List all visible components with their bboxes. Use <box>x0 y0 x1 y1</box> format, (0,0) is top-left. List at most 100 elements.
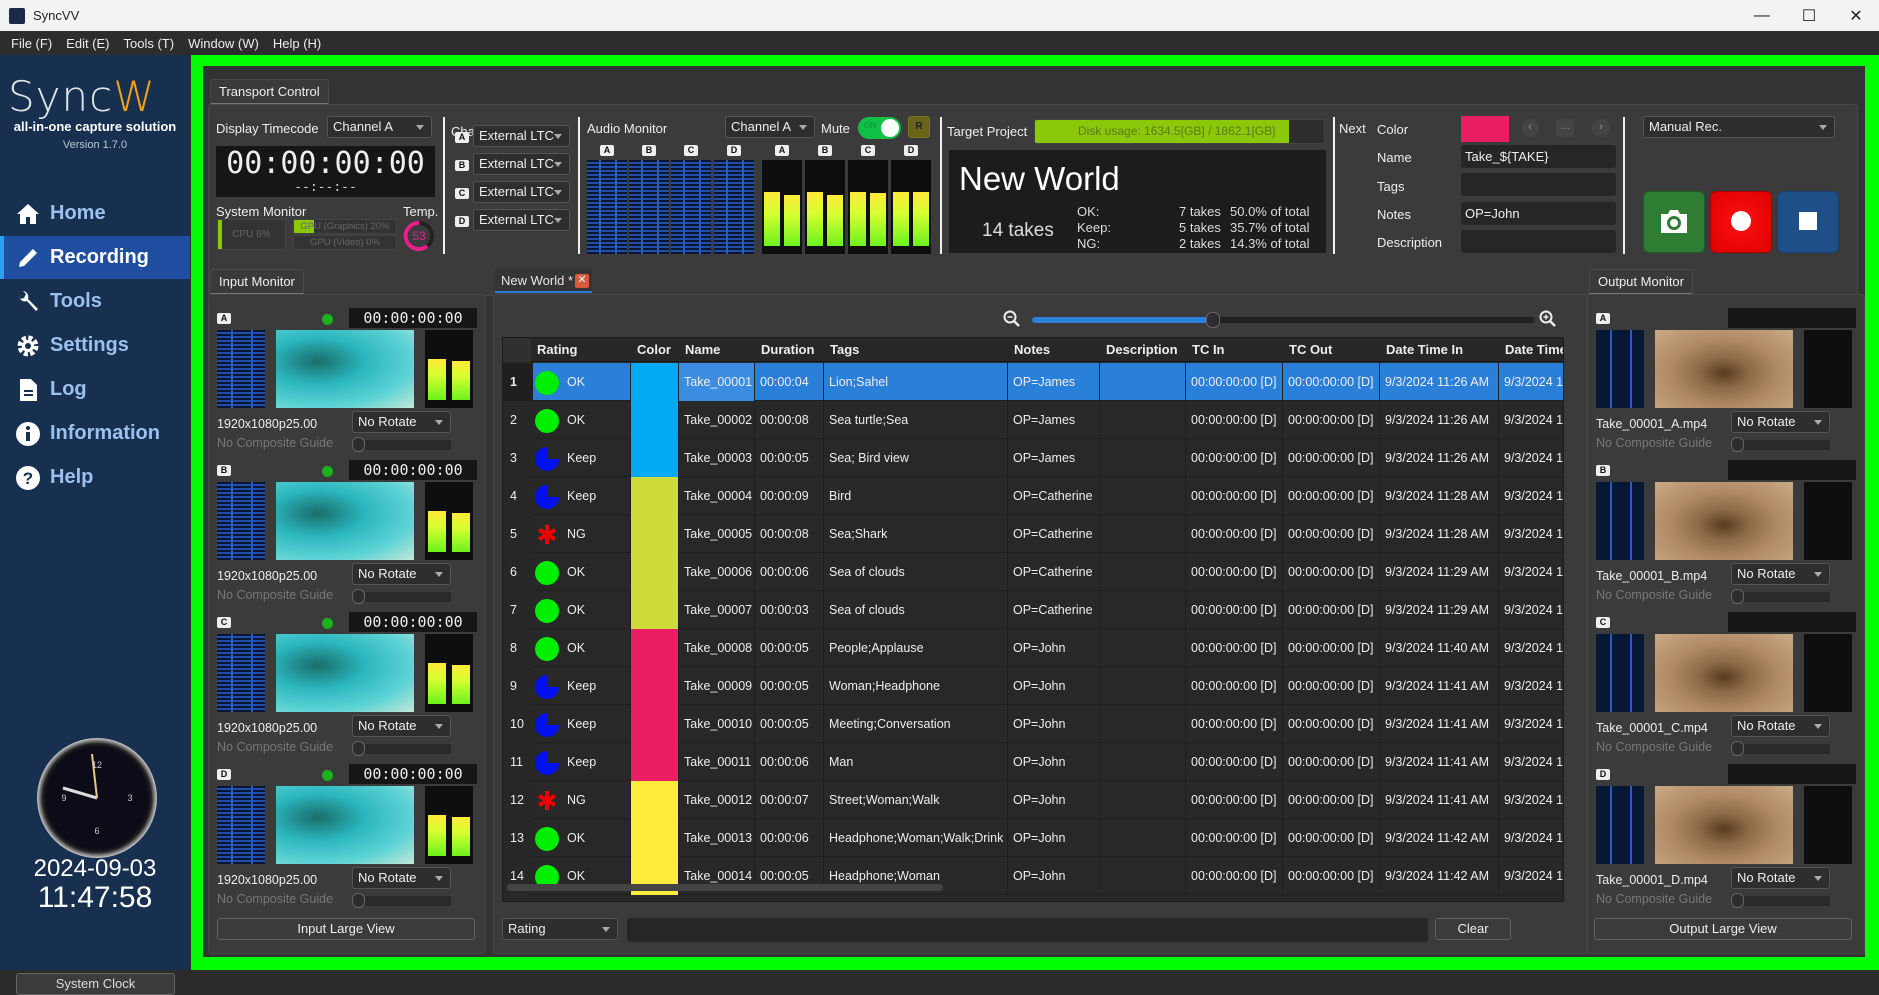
table-row[interactable]: 1 OK Take_00001 00:00:04 Lion;Sahel OP=James 0… <box>503 363 1563 401</box>
rating-cell[interactable]: OK <box>531 363 631 401</box>
tags-cell[interactable]: Woman;Headphone <box>824 667 1008 705</box>
composite-guide-slider[interactable] <box>352 589 451 604</box>
description-cell[interactable] <box>1100 705 1186 743</box>
duration-cell[interactable]: 00:00:06 <box>755 743 824 781</box>
row-number[interactable]: 3 <box>503 439 533 477</box>
dt-in-cell[interactable]: 9/3/2024 11:42 AM <box>1380 819 1499 857</box>
row-number[interactable]: 6 <box>503 553 533 591</box>
rotate-select[interactable]: No Rotate <box>352 867 451 889</box>
tags-cell[interactable]: Meeting;Conversation <box>824 705 1008 743</box>
column-header[interactable]: Date Time <box>1499 338 1563 362</box>
table-row[interactable]: 5 NG Take_00005 00:00:08 Sea;Shark OP=Catheri… <box>503 515 1563 553</box>
table-row[interactable]: 7 OK Take_00007 00:00:03 Sea of clouds OP=Cat… <box>503 591 1563 629</box>
rating-cell[interactable]: Keep <box>531 477 631 515</box>
prev-color-button[interactable]: ‹ <box>1521 119 1539 137</box>
color-cell[interactable] <box>631 401 679 439</box>
rating-cell[interactable]: OK <box>531 591 631 629</box>
tc-in-cell[interactable]: 00:00:00:00 [D] <box>1186 743 1283 781</box>
column-header[interactable]: TC In <box>1186 338 1283 362</box>
tc-in-cell[interactable]: 00:00:00:00 [D] <box>1186 401 1283 439</box>
record-button[interactable] <box>1710 191 1772 253</box>
table-row[interactable]: 11 Keep Take_00011 00:00:06 Man OP=John 00:00:… <box>503 743 1563 781</box>
tags-cell[interactable]: Man <box>824 743 1008 781</box>
row-number[interactable]: 4 <box>503 477 533 515</box>
dt-out-cell[interactable]: 9/3/2024 11 <box>1499 477 1563 515</box>
tags-cell[interactable]: People;Applause <box>824 629 1008 667</box>
tags-cell[interactable]: Lion;Sahel <box>824 363 1008 401</box>
slider-handle[interactable] <box>352 589 365 604</box>
rotate-select[interactable]: No Rotate <box>1731 715 1830 737</box>
tc-out-cell[interactable]: 00:00:00:00 [D] <box>1283 363 1380 401</box>
filter-field-select[interactable]: Rating <box>502 918 618 940</box>
color-cell[interactable] <box>631 553 679 591</box>
dt-out-cell[interactable]: 9/3/2024 11 <box>1499 591 1563 629</box>
composite-guide-slider[interactable] <box>352 741 451 756</box>
more-color-button[interactable]: … <box>1556 119 1574 137</box>
dt-in-cell[interactable]: 9/3/2024 11:26 AM <box>1380 401 1499 439</box>
table-row[interactable]: 10 Keep Take_00010 00:00:05 Meeting;Conversa… <box>503 705 1563 743</box>
duration-cell[interactable]: 00:00:03 <box>755 591 824 629</box>
dt-in-cell[interactable]: 9/3/2024 11:41 AM <box>1380 667 1499 705</box>
description-cell[interactable] <box>1100 667 1186 705</box>
tc-in-cell[interactable]: 00:00:00:00 [D] <box>1186 363 1283 401</box>
tc-in-cell[interactable]: 00:00:00:00 [D] <box>1186 439 1283 477</box>
color-cell[interactable] <box>631 629 679 667</box>
notes-cell[interactable]: OP=John <box>1008 705 1100 743</box>
column-header[interactable]: Color <box>631 338 679 362</box>
menu-tools[interactable]: Tools (T) <box>117 36 182 51</box>
filter-input[interactable] <box>627 918 1428 942</box>
name-cell[interactable]: Take_00012 <box>679 781 755 819</box>
dt-in-cell[interactable]: 9/3/2024 11:41 AM <box>1380 705 1499 743</box>
sidebar-item-home[interactable]: Home <box>0 192 190 235</box>
corner-header[interactable] <box>503 338 531 362</box>
column-header[interactable]: Date Time In <box>1380 338 1499 362</box>
slider-handle[interactable] <box>1731 741 1744 756</box>
dt-out-cell[interactable]: 9/3/2024 11 <box>1499 743 1563 781</box>
description-cell[interactable] <box>1100 439 1186 477</box>
color-cell[interactable] <box>631 781 679 819</box>
composite-guide-slider[interactable] <box>1731 437 1830 452</box>
tags-cell[interactable]: Street;Woman;Walk <box>824 781 1008 819</box>
color-cell[interactable] <box>631 515 679 553</box>
dt-in-cell[interactable]: 9/3/2024 11:40 AM <box>1380 629 1499 667</box>
rec-mode-select[interactable]: Manual Rec. <box>1643 116 1835 138</box>
name-cell[interactable]: Take_00001 <box>679 363 755 401</box>
dt-in-cell[interactable]: 9/3/2024 11:41 AM <box>1380 781 1499 819</box>
composite-guide-slider[interactable] <box>352 893 451 908</box>
composite-guide-slider[interactable] <box>1731 741 1830 756</box>
next-color-swatch[interactable] <box>1461 116 1509 142</box>
r-button[interactable]: R <box>908 116 930 138</box>
column-header[interactable]: Rating <box>531 338 631 362</box>
dt-out-cell[interactable]: 9/3/2024 11 <box>1499 363 1563 401</box>
column-header[interactable]: TC Out <box>1283 338 1380 362</box>
tc-in-cell[interactable]: 00:00:00:00 [D] <box>1186 591 1283 629</box>
name-cell[interactable]: Take_00009 <box>679 667 755 705</box>
row-number[interactable]: 11 <box>503 743 533 781</box>
notes-cell[interactable]: OP=Catherine <box>1008 553 1100 591</box>
table-row[interactable]: 8 OK Take_00008 00:00:05 People;Applause OP=J… <box>503 629 1563 667</box>
tc-in-cell[interactable]: 00:00:00:00 [D] <box>1186 781 1283 819</box>
zoom-slider[interactable] <box>1032 312 1535 328</box>
tags-cell[interactable]: Sea of clouds <box>824 591 1008 629</box>
dt-out-cell[interactable]: 9/3/2024 11 <box>1499 629 1563 667</box>
row-number[interactable]: 1 <box>503 363 533 401</box>
dt-in-cell[interactable]: 9/3/2024 11:28 AM <box>1380 477 1499 515</box>
close-button[interactable]: ✕ <box>1833 0 1879 31</box>
description-cell[interactable] <box>1100 591 1186 629</box>
dt-in-cell[interactable]: 9/3/2024 11:28 AM <box>1380 515 1499 553</box>
next-color-button[interactable]: › <box>1592 119 1610 137</box>
slider-handle[interactable] <box>352 741 365 756</box>
description-cell[interactable] <box>1100 781 1186 819</box>
input-large-view-button[interactable]: Input Large View <box>217 918 475 940</box>
tags-cell[interactable]: Headphone;Woman;Walk;Drink <box>824 819 1008 857</box>
tc-in-cell[interactable]: 00:00:00:00 [D] <box>1186 705 1283 743</box>
table-row[interactable]: 4 Keep Take_00004 00:00:09 Bird OP=Catherine 0… <box>503 477 1563 515</box>
rotate-select[interactable]: No Rotate <box>1731 867 1830 889</box>
notes-cell[interactable]: OP=James <box>1008 363 1100 401</box>
rating-cell[interactable]: Keep <box>531 667 631 705</box>
name-cell[interactable]: Take_00002 <box>679 401 755 439</box>
slider-handle[interactable] <box>1731 437 1744 452</box>
video-preview[interactable] <box>1655 634 1793 712</box>
mute-toggle[interactable]: ON <box>858 117 901 139</box>
duration-cell[interactable]: 00:00:04 <box>755 363 824 401</box>
